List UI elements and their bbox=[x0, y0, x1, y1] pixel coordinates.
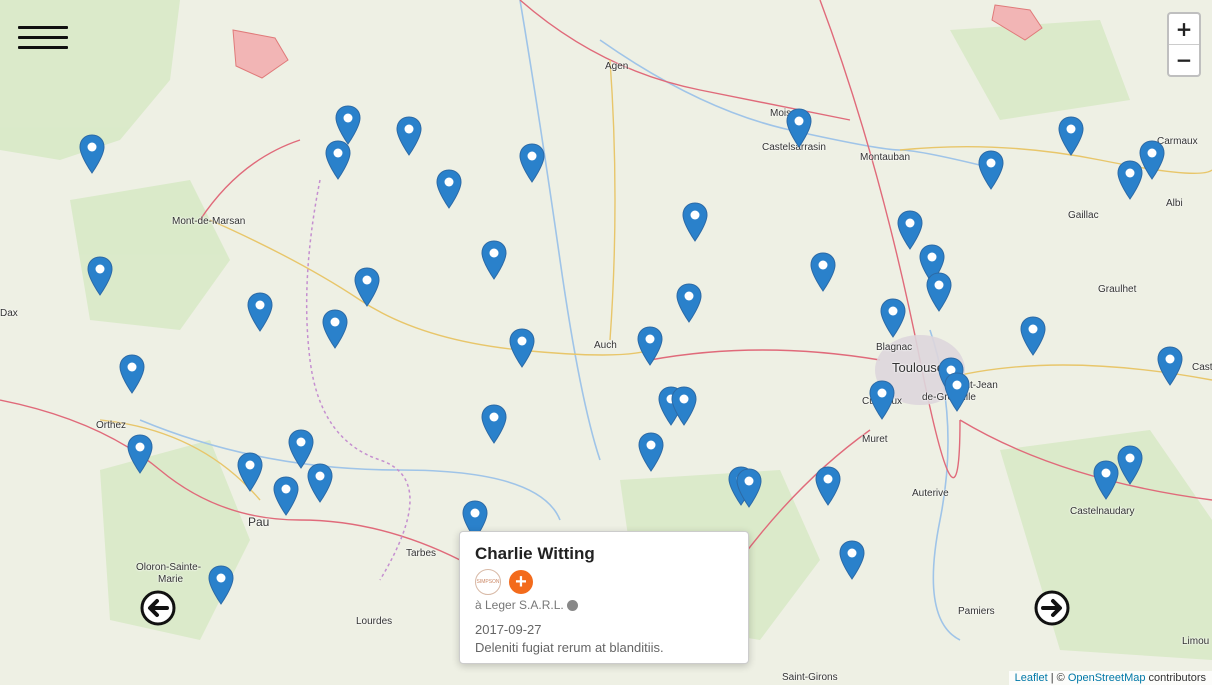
map-marker-icon[interactable] bbox=[1093, 460, 1119, 500]
city-label: Toulouse bbox=[892, 360, 945, 375]
map-marker-icon[interactable] bbox=[682, 202, 708, 242]
map-marker-icon[interactable] bbox=[944, 372, 970, 412]
map-marker-icon[interactable] bbox=[1157, 346, 1183, 386]
map-marker-icon[interactable] bbox=[519, 143, 545, 183]
map-marker-icon[interactable] bbox=[638, 432, 664, 472]
company-logo: SIMPSON bbox=[475, 569, 501, 595]
attribution-separator: | © bbox=[1047, 672, 1068, 684]
map-marker-icon[interactable] bbox=[79, 134, 105, 174]
map-marker-icon[interactable] bbox=[325, 140, 351, 180]
add-icon[interactable]: + bbox=[509, 570, 533, 594]
map-marker-icon[interactable] bbox=[436, 169, 462, 209]
marker-popup: Charlie Witting SIMPSON + à Leger S.A.R.… bbox=[459, 531, 749, 664]
map-marker-icon[interactable] bbox=[1058, 116, 1084, 156]
city-label: Montauban bbox=[860, 152, 911, 163]
globe-icon[interactable] bbox=[566, 600, 578, 612]
map-marker-icon[interactable] bbox=[676, 283, 702, 323]
city-label: Cast bbox=[1192, 362, 1212, 373]
map-marker-icon[interactable] bbox=[839, 540, 865, 580]
city-label: Muret bbox=[862, 434, 888, 445]
city-label: Limou bbox=[1182, 636, 1210, 647]
popup-description: Deleniti fugiat rerum at blanditiis. bbox=[475, 640, 664, 655]
map-marker-icon[interactable] bbox=[978, 150, 1004, 190]
popup-name: Charlie Witting bbox=[475, 544, 595, 563]
map-marker-icon[interactable] bbox=[869, 380, 895, 420]
city-label: Auterive bbox=[912, 488, 949, 499]
map-marker-icon[interactable] bbox=[671, 386, 697, 426]
zoom-in-button[interactable]: + bbox=[1169, 14, 1199, 45]
map-marker-icon[interactable] bbox=[880, 298, 906, 338]
attribution: Leaflet | © OpenStreetMap contributors bbox=[1008, 671, 1212, 685]
map-marker-icon[interactable] bbox=[1020, 316, 1046, 356]
map-marker-icon[interactable] bbox=[1117, 160, 1143, 200]
leaflet-link[interactable]: Leaflet bbox=[1015, 672, 1048, 684]
zoom-out-button[interactable]: − bbox=[1169, 45, 1199, 75]
city-label: Oloron-Sainte- bbox=[136, 562, 202, 573]
city-label: Pau bbox=[248, 515, 270, 529]
city-label: Pamiers bbox=[958, 606, 995, 617]
map-marker-icon[interactable] bbox=[237, 452, 263, 492]
map-marker-icon[interactable] bbox=[481, 240, 507, 280]
city-label: Auch bbox=[594, 340, 617, 351]
map-marker-icon[interactable] bbox=[307, 463, 333, 503]
map-marker-icon[interactable] bbox=[87, 256, 113, 296]
city-label: Albi bbox=[1166, 198, 1183, 209]
city-label: Orthez bbox=[96, 420, 127, 431]
map-marker-icon[interactable] bbox=[396, 116, 422, 156]
map-marker-icon[interactable] bbox=[354, 267, 380, 307]
map-marker-icon[interactable] bbox=[509, 328, 535, 368]
popup-company: à Leger S.A.R.L. bbox=[475, 598, 564, 612]
zoom-control: + − bbox=[1167, 12, 1201, 77]
popup-date: 2017-09-27 bbox=[475, 622, 542, 637]
city-label: Marie bbox=[158, 574, 184, 585]
map-marker-icon[interactable] bbox=[926, 272, 952, 312]
city-label: Blagnac bbox=[876, 342, 913, 353]
city-label: Dax bbox=[0, 308, 18, 319]
next-arrow-icon[interactable] bbox=[1033, 589, 1071, 627]
osm-link[interactable]: OpenStreetMap bbox=[1068, 672, 1146, 684]
map-marker-icon[interactable] bbox=[736, 468, 762, 508]
city-label: Gaillac bbox=[1068, 210, 1099, 221]
city-label: Saint-Girons bbox=[782, 672, 838, 683]
map-marker-icon[interactable] bbox=[322, 309, 348, 349]
attribution-suffix: contributors bbox=[1145, 672, 1206, 684]
map-marker-icon[interactable] bbox=[335, 105, 361, 145]
map-marker-icon[interactable] bbox=[481, 404, 507, 444]
map-marker-icon[interactable] bbox=[815, 466, 841, 506]
city-label: Graulhet bbox=[1098, 284, 1137, 295]
city-label: Mont-de-Marsan bbox=[172, 216, 246, 227]
map-marker-icon[interactable] bbox=[208, 565, 234, 605]
map-marker-icon[interactable] bbox=[810, 252, 836, 292]
map-marker-icon[interactable] bbox=[1117, 445, 1143, 485]
previous-arrow-icon[interactable] bbox=[139, 589, 177, 627]
map-marker-icon[interactable] bbox=[637, 326, 663, 366]
city-label: Agen bbox=[605, 61, 629, 72]
map-marker-icon[interactable] bbox=[247, 292, 273, 332]
city-label: Tarbes bbox=[406, 548, 437, 559]
map-marker-icon[interactable] bbox=[127, 434, 153, 474]
city-label: Lourdes bbox=[356, 616, 393, 627]
menu-icon[interactable] bbox=[18, 26, 68, 52]
map-marker-icon[interactable] bbox=[786, 108, 812, 148]
city-label: Castelnaudary bbox=[1070, 506, 1135, 517]
map-marker-icon[interactable] bbox=[119, 354, 145, 394]
map-marker-icon[interactable] bbox=[273, 476, 299, 516]
